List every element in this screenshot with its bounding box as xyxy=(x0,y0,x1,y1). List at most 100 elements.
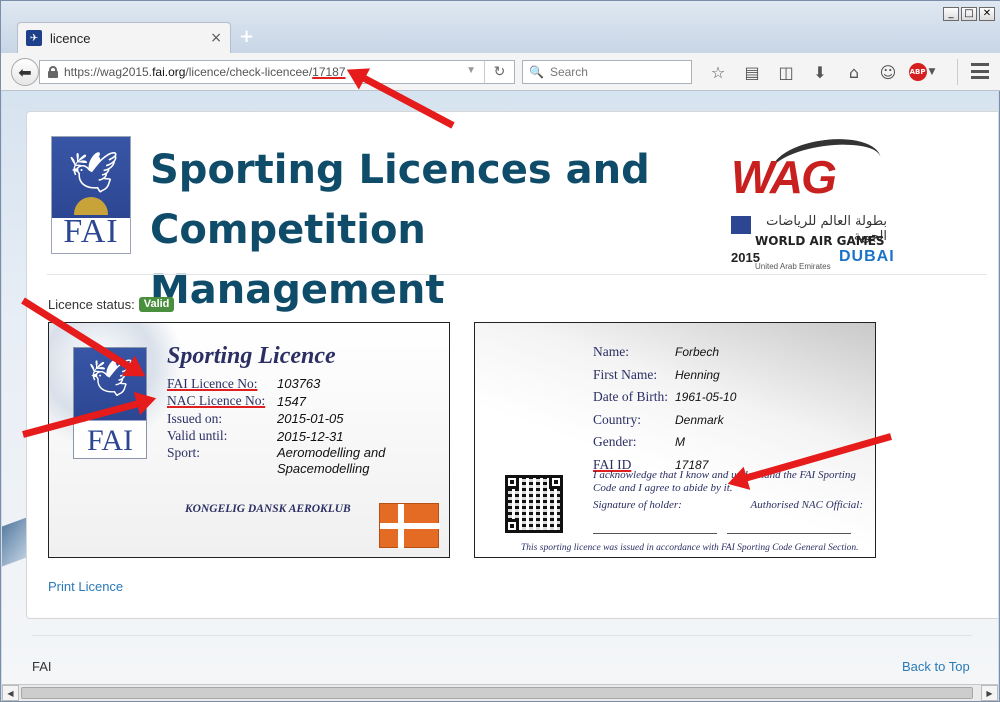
licence-status: Licence status: Valid xyxy=(48,297,175,312)
qr-code-icon xyxy=(505,475,563,533)
url-path: /licence/check-licencee/ xyxy=(185,65,313,79)
first-name-value: Henning xyxy=(675,367,720,382)
search-input[interactable]: 🔍 Search xyxy=(522,60,692,84)
footer-divider xyxy=(32,635,972,636)
fai-mini-logo-icon xyxy=(731,216,751,234)
signature-holder-line xyxy=(593,533,717,534)
menu-icon[interactable] xyxy=(971,63,989,79)
wag-logo-text: WAG xyxy=(731,151,837,203)
tab-close-icon[interactable]: × xyxy=(210,30,222,46)
field-row: Issued on: 2015-01-05 xyxy=(167,410,407,428)
field-row: Valid until: 2015-12-31 xyxy=(167,428,407,446)
fai-logo[interactable]: 🕊 FAI xyxy=(51,136,131,254)
window-controls: _ □ ✕ xyxy=(943,7,995,21)
back-arrow-icon: ⬅ xyxy=(18,62,32,82)
reading-list-icon[interactable]: ▤ xyxy=(735,61,769,83)
close-window-button[interactable]: ✕ xyxy=(979,7,995,21)
wag-location: United Arab Emirates xyxy=(755,262,831,271)
header-divider xyxy=(47,274,987,275)
page-title: Sporting Licences and Competition Manage… xyxy=(150,147,650,313)
nav-toolbar: ⬅ https://wag2015. fai.org/licence/check-… xyxy=(1,53,1000,91)
field-row: FAI Licence No: 103763 xyxy=(167,375,407,393)
star-icon[interactable]: ☆ xyxy=(701,61,735,83)
name-label: Name: xyxy=(593,344,629,360)
signature-labels: Signature of holder: Authorised NAC Offi… xyxy=(593,499,863,511)
status-label: Licence status: xyxy=(48,297,135,312)
eagle-icon: 🕊 xyxy=(68,150,119,196)
gender-value: M xyxy=(675,435,685,450)
club-name: KONGELIG DANSK AEROKLUB xyxy=(185,503,351,515)
field-row: Name: Forbech xyxy=(593,341,736,364)
issued-on-label: Issued on: xyxy=(167,410,223,426)
country-label: Country: xyxy=(593,411,642,427)
adblock-icon[interactable]: ABP ▼ xyxy=(905,61,939,83)
gender-label: Gender: xyxy=(593,434,637,450)
chat-icon[interactable]: ☺ xyxy=(871,61,905,83)
reload-icon[interactable]: ↻ xyxy=(484,61,514,83)
field-row: NAC Licence No: 1547 xyxy=(167,393,407,411)
sport-value: Aeromodelling and Spacemodelling xyxy=(277,445,386,476)
content-panel: 🕊 FAI Sporting Licences and Competition … xyxy=(26,111,998,619)
licence-front-fields: FAI Licence No: 103763 NAC Licence No: 1… xyxy=(167,375,407,481)
back-button[interactable]: ⬅ xyxy=(11,58,39,86)
search-placeholder: Search xyxy=(549,65,588,79)
url-licencee-id: 17187 xyxy=(312,65,346,79)
signature-official-line xyxy=(727,533,851,534)
scrollbar-thumb[interactable] xyxy=(21,687,973,699)
url-prefix: https://wag2015. xyxy=(64,65,153,79)
qr-finder xyxy=(549,475,563,489)
dob-label: Date of Birth: xyxy=(593,389,668,405)
maximize-button[interactable]: □ xyxy=(961,7,977,21)
horizontal-scrollbar[interactable]: ◀ ▶ xyxy=(2,684,998,701)
field-row: Country: Denmark xyxy=(593,409,736,432)
qr-finder xyxy=(505,475,519,489)
browser-window: ✈ licence × + _ □ ✕ ⬅ https://wag2015. fa… xyxy=(0,0,1000,702)
fai-logo-text: FAI xyxy=(63,213,119,250)
url-bar[interactable]: https://wag2015. fai.org/licence/check-li… xyxy=(39,60,515,84)
fai-favicon-icon: ✈ xyxy=(26,30,42,46)
back-to-top-link[interactable]: Back to Top xyxy=(902,659,970,674)
valid-until-label: Valid until: xyxy=(167,428,228,444)
first-name-label: First Name: xyxy=(593,366,658,382)
field-row: First Name: Henning xyxy=(593,364,736,387)
tab-strip: ✈ licence × + _ □ ✕ xyxy=(1,1,1000,53)
scroll-left-icon[interactable]: ◀ xyxy=(2,685,19,701)
sport-label: Sport: xyxy=(167,445,201,460)
signature-holder-label: Signature of holder: xyxy=(593,499,682,511)
licence-card-back: Name: Forbech First Name: Henning Date o… xyxy=(474,322,876,558)
status-badge: Valid xyxy=(138,297,175,312)
home-icon[interactable]: ⌂ xyxy=(837,61,871,83)
country-value: Denmark xyxy=(675,412,724,427)
denmark-flag-icon xyxy=(379,503,440,549)
signature-official-label: Authorised NAC Official: xyxy=(750,499,863,511)
qr-finder xyxy=(505,519,519,533)
tab-licence[interactable]: ✈ licence × xyxy=(17,22,231,53)
card-fai-text: FAI xyxy=(86,424,134,457)
search-icon: 🔍 xyxy=(529,65,544,79)
abp-label: ABP xyxy=(908,63,927,81)
fai-licence-value: 103763 xyxy=(277,376,321,392)
print-licence-link[interactable]: Print Licence xyxy=(48,579,123,594)
url-dropdown-icon[interactable]: ▼ xyxy=(466,65,476,76)
toolbar-icons: ☆ ▤ ◫ ⬇ ⌂ ☺ ABP ▼ xyxy=(701,61,939,83)
fai-licence-label: FAI Licence No: xyxy=(167,375,258,391)
lock-icon xyxy=(48,66,58,78)
url-domain: fai.org xyxy=(152,65,186,79)
download-icon[interactable]: ⬇ xyxy=(803,61,837,83)
wag-logo: WAG بطولة العالم للرياضات الجوية WORLD A… xyxy=(731,132,894,271)
nac-licence-label: NAC Licence No: xyxy=(167,393,266,409)
licence-back-fields: Name: Forbech First Name: Henning Date o… xyxy=(593,341,736,476)
nac-licence-value: 1547 xyxy=(277,393,306,409)
wag-city: DUBAI xyxy=(839,248,895,265)
pocket-icon[interactable]: ◫ xyxy=(769,61,803,83)
name-value: Forbech xyxy=(675,345,720,360)
minimize-button[interactable]: _ xyxy=(943,7,959,21)
issued-on-value: 2015-01-05 xyxy=(277,411,344,427)
footer-fai: FAI xyxy=(32,659,52,674)
field-row: Date of Birth: 1961-05-10 xyxy=(593,386,736,409)
tab-title: licence xyxy=(50,30,91,46)
valid-until-value: 2015-12-31 xyxy=(277,428,344,444)
wag-name: WORLD AIR GAMES xyxy=(755,234,885,248)
scroll-right-icon[interactable]: ▶ xyxy=(981,685,998,701)
new-tab-button[interactable]: + xyxy=(239,26,254,47)
